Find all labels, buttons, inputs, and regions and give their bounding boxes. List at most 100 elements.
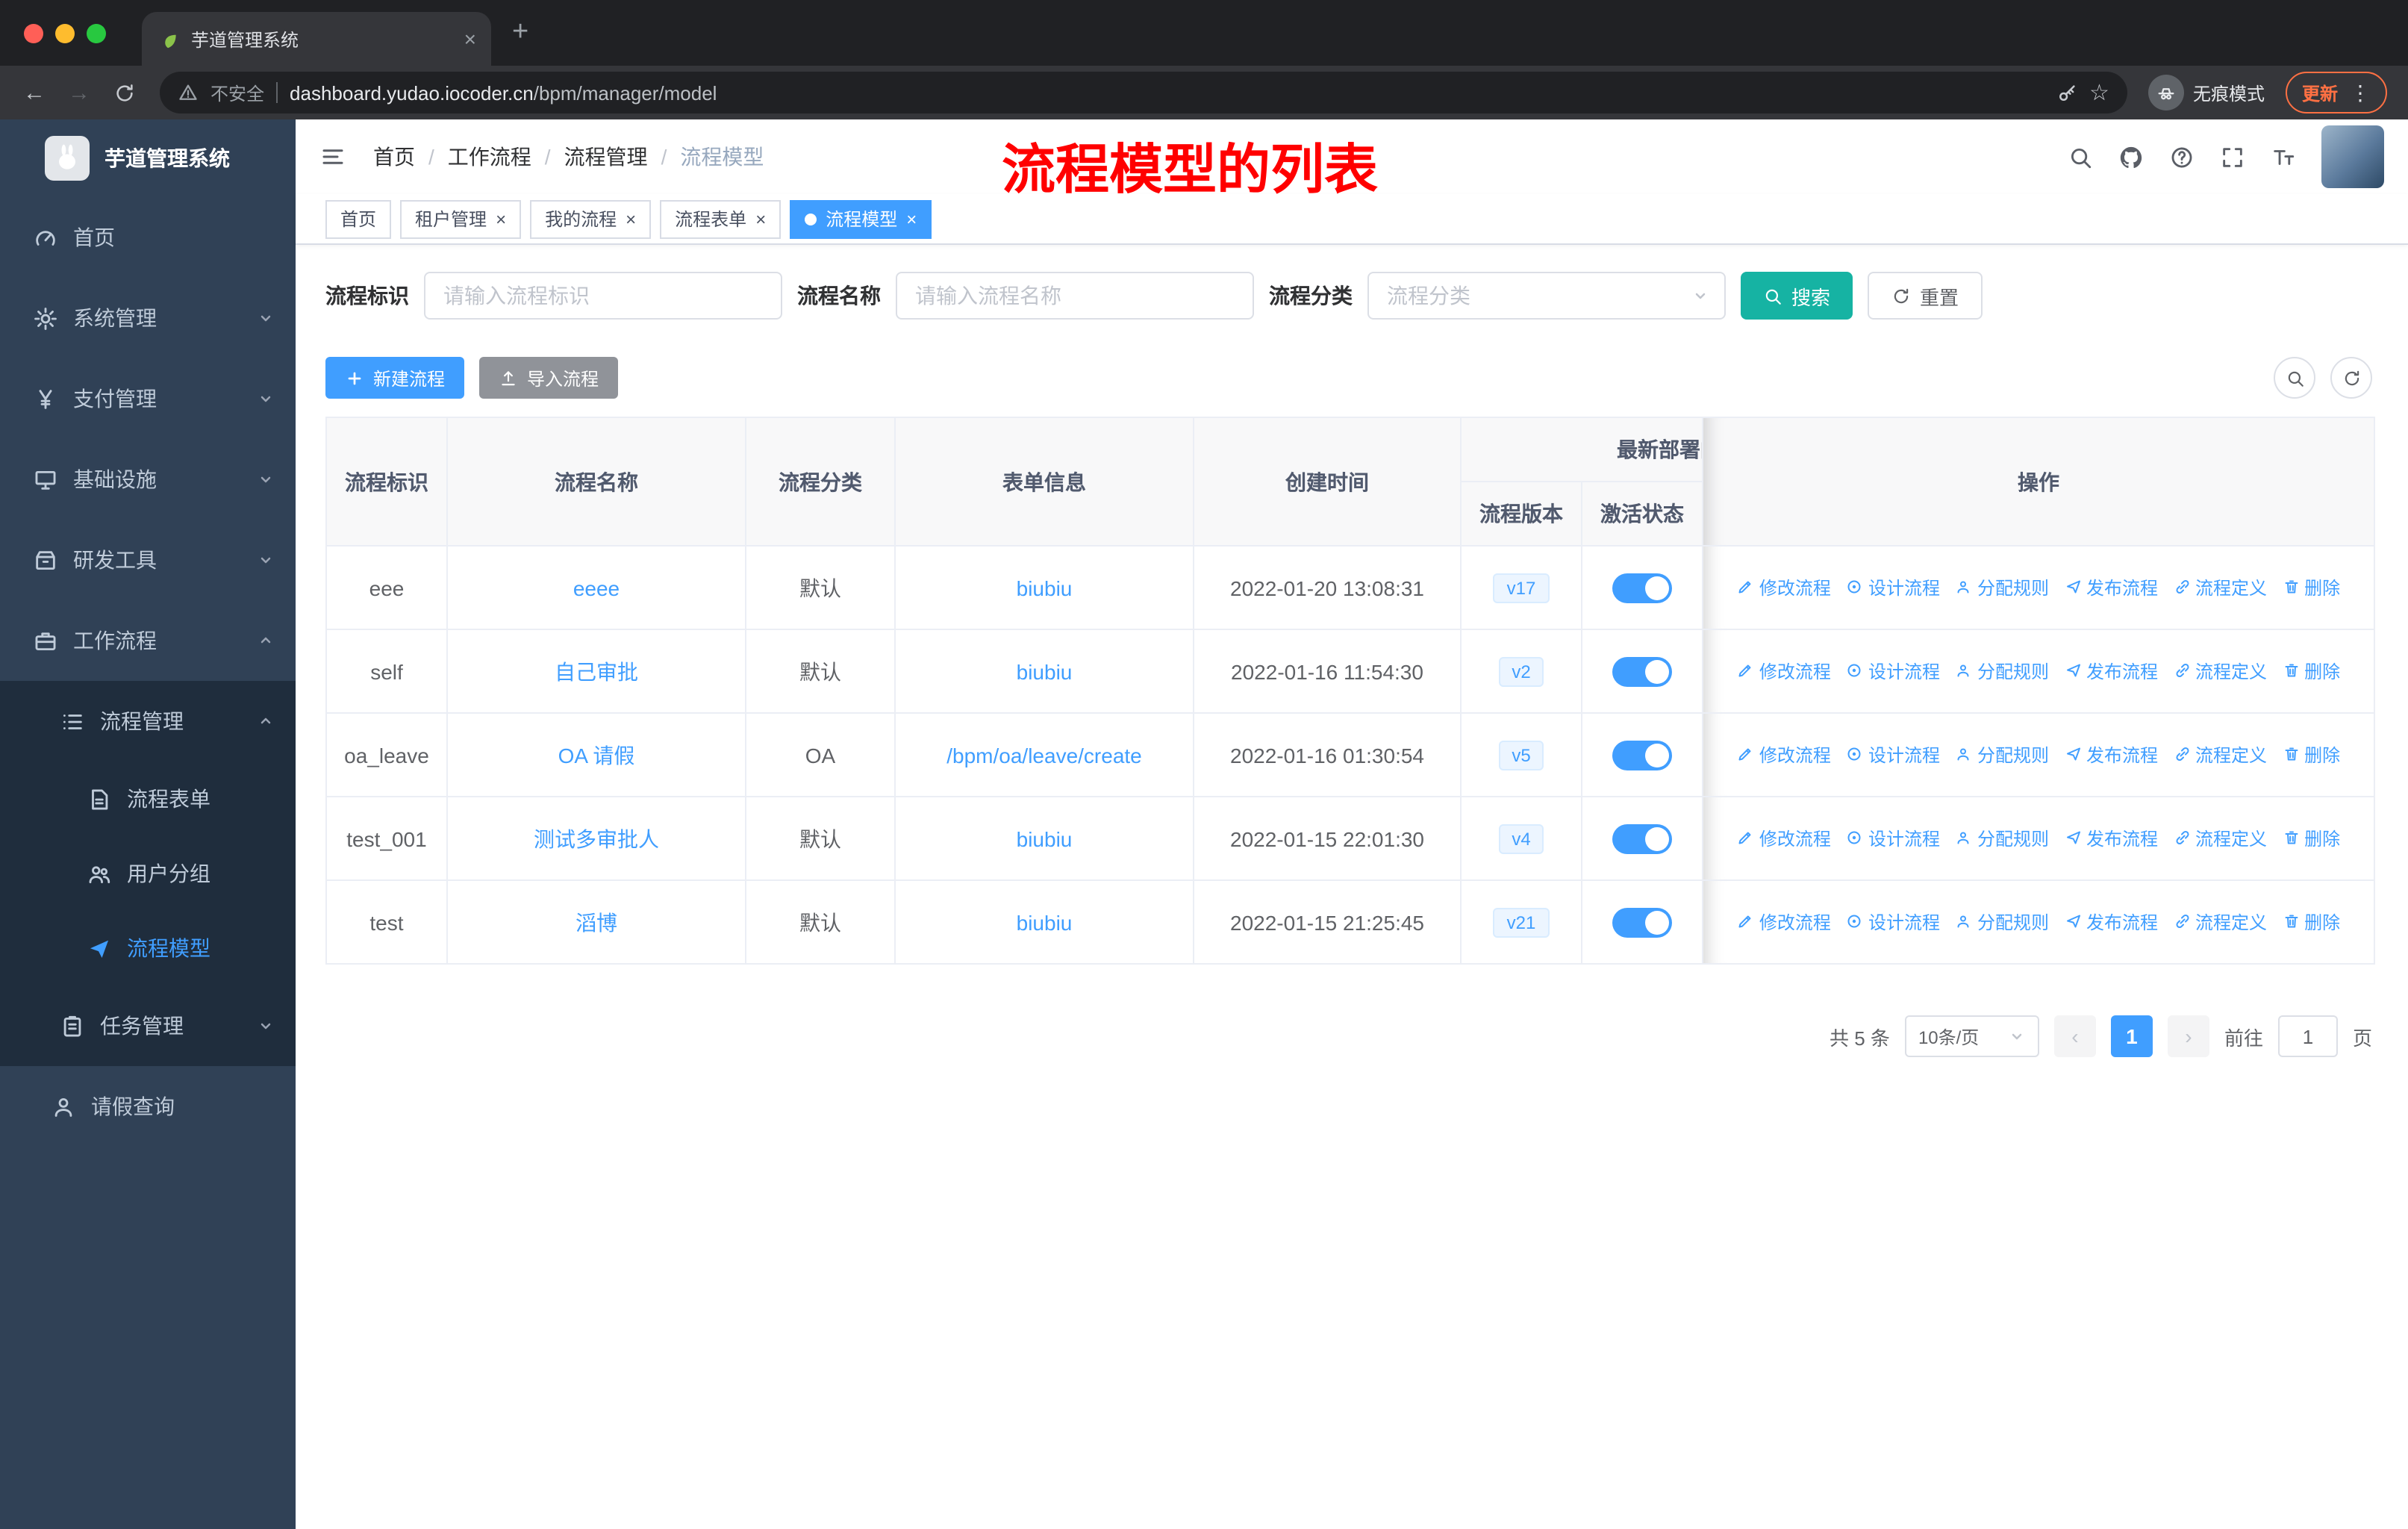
back-button[interactable]: ← <box>15 80 54 105</box>
forward-button[interactable]: → <box>60 80 99 105</box>
tag-home[interactable]: 首页 <box>325 199 392 238</box>
form-info-link[interactable]: biubiu <box>1017 910 1073 934</box>
process-name-link[interactable]: 自己审批 <box>555 659 638 683</box>
action-publish-link[interactable]: 发布流程 <box>2064 742 2158 767</box>
action-publish-link[interactable]: 发布流程 <box>2064 909 2158 935</box>
action-definition-link[interactable]: 流程定义 <box>2173 909 2267 935</box>
search-icon[interactable] <box>2068 144 2093 169</box>
action-definition-link[interactable]: 流程定义 <box>2173 826 2267 851</box>
action-assign-link[interactable]: 分配规则 <box>1955 575 2049 600</box>
browser-menu-button[interactable]: 更新 ⋮ <box>2285 72 2387 113</box>
next-page-button[interactable]: › <box>2167 1015 2209 1057</box>
password-key-icon[interactable] <box>2055 81 2077 104</box>
action-delete-link[interactable]: 删除 <box>2282 658 2340 684</box>
help-icon[interactable] <box>2169 144 2195 169</box>
active-toggle[interactable] <box>1612 823 1672 853</box>
tab-close-icon[interactable]: × <box>464 27 476 51</box>
action-design-link[interactable]: 设计流程 <box>1846 909 1940 935</box>
font-size-icon[interactable] <box>2271 144 2296 169</box>
action-assign-link[interactable]: 分配规则 <box>1955 826 2049 851</box>
process-name-input[interactable] <box>896 272 1254 320</box>
form-info-link[interactable]: /bpm/oa/leave/create <box>946 743 1142 767</box>
reset-button[interactable]: 重置 <box>1868 272 1983 320</box>
reload-button[interactable] <box>113 81 136 104</box>
fullscreen-icon[interactable] <box>2220 144 2245 169</box>
breadcrumb-item[interactable]: 首页 <box>373 142 415 172</box>
browser-tab[interactable]: 芋道管理系统 × <box>142 12 491 66</box>
page-size-select[interactable]: 10条/页 <box>1904 1015 2039 1057</box>
sidebar-item-system-management[interactable]: 系统管理 <box>0 278 296 358</box>
search-button[interactable]: 搜索 <box>1741 272 1853 320</box>
prev-page-button[interactable]: ‹ <box>2053 1015 2096 1057</box>
bookmark-star-icon[interactable]: ☆ <box>2089 79 2109 106</box>
breadcrumb-item[interactable]: 工作流程 <box>448 142 531 172</box>
tag-process-form[interactable]: 流程表单 × <box>660 199 782 238</box>
import-process-button[interactable]: 导入流程 <box>479 357 619 399</box>
sidebar-item-home[interactable]: 首页 <box>0 197 296 278</box>
goto-page-input[interactable] <box>2277 1015 2338 1057</box>
sidebar-item-workflow[interactable]: 工作流程 <box>0 600 296 681</box>
action-edit-link[interactable]: 修改流程 <box>1737 826 1831 851</box>
action-edit-link[interactable]: 修改流程 <box>1737 575 1831 600</box>
action-assign-link[interactable]: 分配规则 <box>1955 742 2049 767</box>
sidebar-item-payment-management[interactable]: 支付管理 <box>0 358 296 439</box>
tag-close-icon[interactable]: × <box>755 208 766 229</box>
tag-close-icon[interactable]: × <box>496 208 506 229</box>
sidebar-item-dev-tools[interactable]: 研发工具 <box>0 520 296 600</box>
user-avatar[interactable] <box>2321 125 2384 188</box>
sidebar-item-infrastructure[interactable]: 基础设施 <box>0 439 296 520</box>
action-design-link[interactable]: 设计流程 <box>1846 826 1940 851</box>
kebab-menu-icon[interactable]: ⋮ <box>2350 80 2371 105</box>
refresh-table-button[interactable] <box>2330 357 2372 399</box>
active-toggle[interactable] <box>1612 740 1672 770</box>
window-maximize-button[interactable] <box>87 23 106 43</box>
tag-my-process[interactable]: 我的流程 × <box>530 199 652 238</box>
process-key-input[interactable] <box>424 272 782 320</box>
action-design-link[interactable]: 设计流程 <box>1846 575 1940 600</box>
tag-close-icon[interactable]: × <box>906 208 917 229</box>
action-definition-link[interactable]: 流程定义 <box>2173 575 2267 600</box>
action-delete-link[interactable]: 删除 <box>2282 909 2340 935</box>
breadcrumb-item[interactable]: 流程管理 <box>564 142 648 172</box>
action-design-link[interactable]: 设计流程 <box>1846 742 1940 767</box>
active-toggle[interactable] <box>1612 573 1672 602</box>
sidebar-item-leave-query[interactable]: 请假查询 <box>0 1066 296 1147</box>
active-toggle[interactable] <box>1612 907 1672 937</box>
sidebar-item-process-management[interactable]: 流程管理 <box>0 681 296 762</box>
action-edit-link[interactable]: 修改流程 <box>1737 742 1831 767</box>
tag-tenant-management[interactable]: 租户管理 × <box>400 199 522 238</box>
sidebar-item-task-management[interactable]: 任务管理 <box>0 985 296 1066</box>
process-name-link[interactable]: OA 请假 <box>558 743 635 767</box>
sidebar-item-process-form[interactable]: 流程表单 <box>0 762 296 836</box>
action-assign-link[interactable]: 分配规则 <box>1955 909 2049 935</box>
active-toggle[interactable] <box>1612 656 1672 686</box>
process-name-link[interactable]: 滔博 <box>576 910 617 934</box>
action-definition-link[interactable]: 流程定义 <box>2173 658 2267 684</box>
action-delete-link[interactable]: 删除 <box>2282 575 2340 600</box>
action-edit-link[interactable]: 修改流程 <box>1737 909 1831 935</box>
action-publish-link[interactable]: 发布流程 <box>2064 575 2158 600</box>
action-definition-link[interactable]: 流程定义 <box>2173 742 2267 767</box>
tag-process-model[interactable]: 流程模型 × <box>790 199 932 238</box>
form-info-link[interactable]: biubiu <box>1017 576 1073 600</box>
action-publish-link[interactable]: 发布流程 <box>2064 826 2158 851</box>
form-info-link[interactable]: biubiu <box>1017 659 1073 683</box>
action-design-link[interactable]: 设计流程 <box>1846 658 1940 684</box>
create-process-button[interactable]: 新建流程 <box>325 357 465 399</box>
action-edit-link[interactable]: 修改流程 <box>1737 658 1831 684</box>
sidebar-item-user-group[interactable]: 用户分组 <box>0 836 296 911</box>
toggle-search-button[interactable] <box>2274 357 2315 399</box>
sidebar-collapse-icon[interactable] <box>319 143 346 170</box>
action-assign-link[interactable]: 分配规则 <box>1955 658 2049 684</box>
action-delete-link[interactable]: 删除 <box>2282 742 2340 767</box>
tag-close-icon[interactable]: × <box>626 208 636 229</box>
process-name-link[interactable]: eeee <box>573 576 620 600</box>
window-minimize-button[interactable] <box>55 23 75 43</box>
window-close-button[interactable] <box>24 23 43 43</box>
form-info-link[interactable]: biubiu <box>1017 826 1073 850</box>
new-tab-button[interactable]: + <box>512 16 528 49</box>
github-icon[interactable] <box>2118 144 2144 169</box>
sidebar-item-process-model[interactable]: 流程模型 <box>0 911 296 985</box>
process-category-select[interactable]: 流程分类 <box>1367 272 1726 320</box>
process-name-link[interactable]: 测试多审批人 <box>534 826 659 850</box>
